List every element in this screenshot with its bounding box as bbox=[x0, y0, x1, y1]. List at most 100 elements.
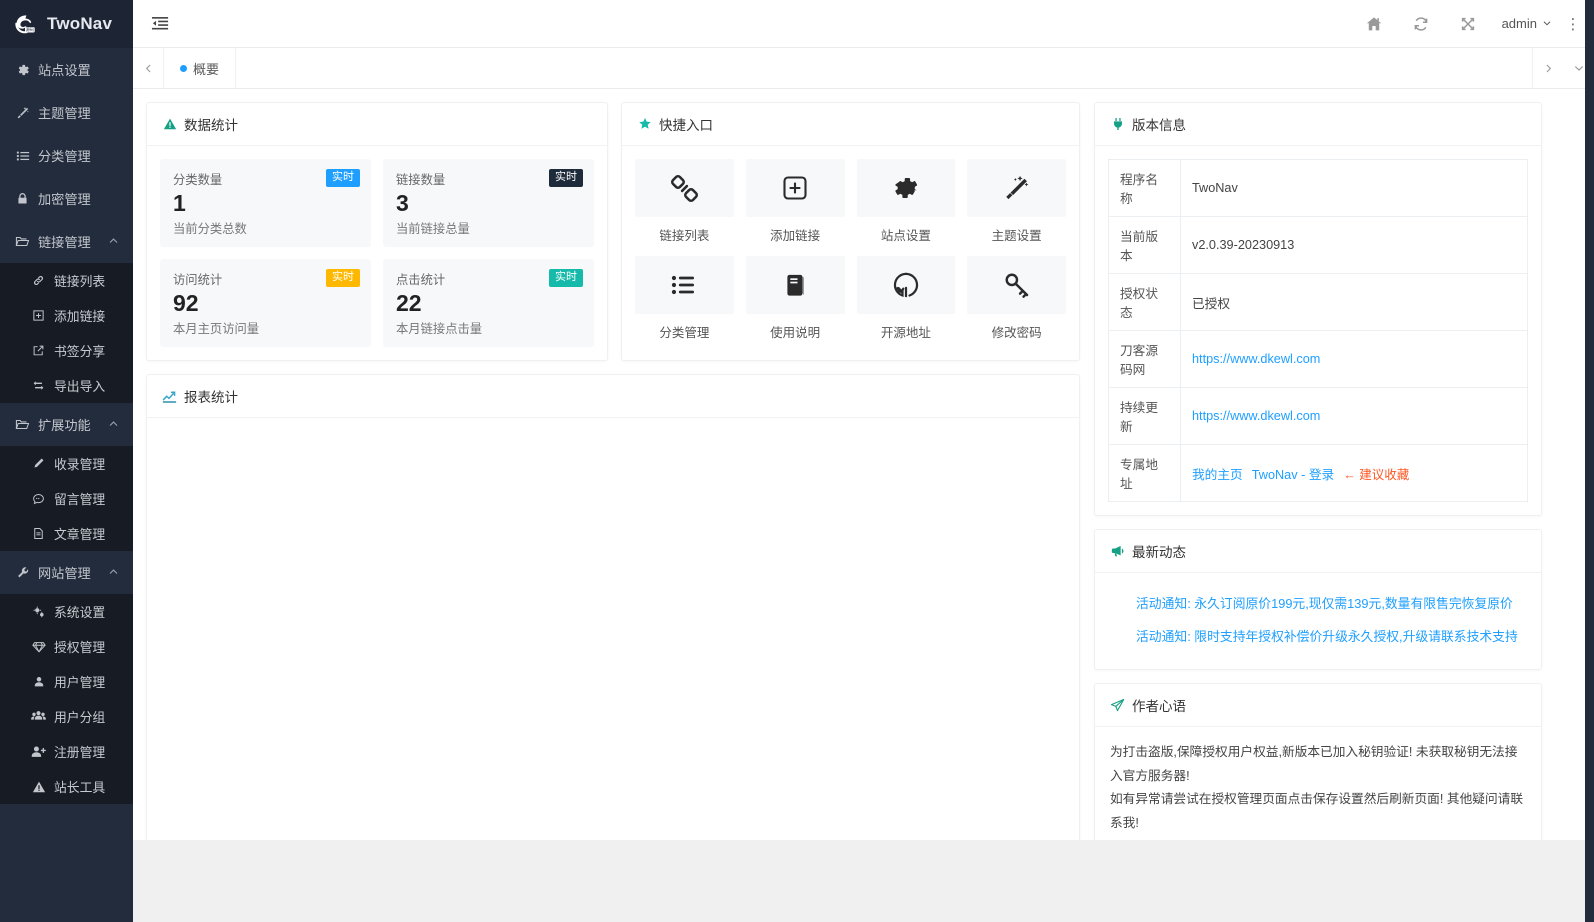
card-title: 数据统计 bbox=[184, 118, 238, 133]
sidebar-item-label: 用户分组 bbox=[54, 710, 106, 725]
status-badge: 实时 bbox=[549, 169, 583, 187]
quick-item-site-settings[interactable]: 站点设置 bbox=[856, 159, 956, 244]
quick-item-label: 开源地址 bbox=[880, 326, 931, 340]
table-row: 专属地址 我的主页 TwoNav - 登录 ← 建议收藏 bbox=[1108, 444, 1528, 502]
sidebar-item-theme-management[interactable]: 主题管理 bbox=[0, 91, 133, 134]
note-paragraph: 如有异常请尝试在授权管理页面点击保存设置然后刷新页面! 其他疑问请联系我! bbox=[1110, 792, 1524, 830]
update-site-link[interactable]: https://www.dkewl.com bbox=[1192, 409, 1320, 423]
user-menu[interactable]: admin bbox=[1492, 0, 1562, 48]
card-title: 最新动态 bbox=[1132, 545, 1186, 560]
dashboard-content: 数据统计 分类数量 1 当前分类总数 实时 链接数量 3 当前链接总量 实时 访… bbox=[133, 89, 1594, 922]
stat-card-categories[interactable]: 分类数量 1 当前分类总数 实时 bbox=[160, 159, 371, 247]
row-value: https://www.dkewl.com bbox=[1180, 330, 1528, 388]
quick-item-change-password[interactable]: 修改密码 bbox=[967, 256, 1066, 341]
chevron-up-icon bbox=[108, 234, 119, 249]
file-icon bbox=[30, 527, 47, 540]
sidebar-group-label: 链接管理 bbox=[38, 235, 91, 250]
external-link-icon bbox=[30, 344, 47, 357]
quick-item-usage-guide[interactable]: 使用说明 bbox=[745, 256, 845, 341]
quick-item-category-management[interactable]: 分类管理 bbox=[635, 256, 734, 341]
sidebar-item-article-management[interactable]: 文章管理 bbox=[0, 516, 133, 551]
menu-fold-icon[interactable] bbox=[133, 0, 187, 48]
twonav-login-link[interactable]: TwoNav - 登录 bbox=[1252, 464, 1334, 483]
row-value: TwoNav bbox=[1180, 159, 1528, 217]
source-site-link[interactable]: https://www.dkewl.com bbox=[1192, 352, 1320, 366]
status-badge: 实时 bbox=[549, 269, 583, 287]
status-badge: 实时 bbox=[326, 269, 360, 287]
sidebar-item-authorization-management[interactable]: 授权管理 bbox=[0, 629, 133, 664]
vertical-dots-icon[interactable]: ⋮ bbox=[1562, 0, 1584, 48]
chevron-right-icon[interactable] bbox=[1532, 48, 1563, 88]
refresh-icon[interactable] bbox=[1398, 0, 1445, 48]
news-item[interactable]: 活动通知: 限时支持年授权补偿价升级永久授权,升级请联系技术支持 bbox=[1110, 619, 1526, 652]
sidebar-item-collection-management[interactable]: 收录管理 bbox=[0, 446, 133, 481]
quick-item-open-source-url[interactable]: 开源地址 bbox=[856, 256, 956, 341]
plug-icon bbox=[1110, 117, 1125, 131]
chevron-up-icon bbox=[108, 565, 119, 580]
sidebar-item-export-import[interactable]: 导出导入 bbox=[0, 368, 133, 403]
sidebar-item-link-list[interactable]: 链接列表 bbox=[0, 263, 133, 298]
card-title: 作者心语 bbox=[1132, 699, 1186, 714]
card-header: 作者心语 bbox=[1095, 684, 1541, 727]
quick-item-add-link[interactable]: 添加链接 bbox=[745, 159, 845, 244]
home-icon[interactable] bbox=[1351, 0, 1398, 48]
stat-sub: 本月主页访问量 bbox=[173, 321, 260, 336]
sidebar-item-category-management[interactable]: 分类管理 bbox=[0, 134, 133, 177]
stat-sub: 当前分类总数 bbox=[173, 221, 247, 236]
chart-line-icon bbox=[162, 389, 177, 404]
sidebar-item-label: 链接列表 bbox=[54, 274, 106, 289]
note-paragraph: 为打击盗版,保障授权用户权益,新版本已加入秘钥验证! 未获取秘钥无法接入官方服务… bbox=[1110, 745, 1518, 783]
sidebar-item-user-groups[interactable]: 用户分组 bbox=[0, 699, 133, 734]
stat-sub: 本月链接点击量 bbox=[396, 321, 483, 336]
status-badge: 实时 bbox=[326, 169, 360, 187]
scrollbar-rail[interactable] bbox=[1585, 0, 1594, 922]
sidebar-item-registration-management[interactable]: 注册管理 bbox=[0, 734, 133, 769]
tab-active-dot-icon bbox=[180, 64, 187, 72]
paper-plane-icon bbox=[1110, 698, 1125, 713]
sidebar-item-label: 分类管理 bbox=[38, 149, 91, 164]
card-body: 为打击盗版,保障授权用户权益,新版本已加入秘钥验证! 未获取秘钥无法接入官方服务… bbox=[1095, 727, 1541, 851]
user-plus-icon bbox=[30, 745, 47, 759]
cogs-icon bbox=[30, 605, 47, 619]
sidebar-item-user-management[interactable]: 用户管理 bbox=[0, 664, 133, 699]
sidebar-item-encryption-management[interactable]: 加密管理 bbox=[0, 177, 133, 220]
stat-card-visits[interactable]: 访问统计 92 本月主页访问量 实时 bbox=[160, 259, 371, 347]
version-table: 程序名称 TwoNav 当前版本 v2.0.39-20230913 授权状态 已… bbox=[1108, 159, 1528, 502]
my-homepage-link[interactable]: 我的主页 bbox=[1192, 464, 1243, 483]
warning-triangle-icon bbox=[162, 117, 177, 131]
github-icon bbox=[856, 256, 956, 314]
sidebar-group-label: 网站管理 bbox=[38, 566, 91, 581]
sidebar-group-extensions[interactable]: 扩展功能 bbox=[0, 403, 133, 446]
report-chart-area bbox=[147, 418, 1079, 848]
sidebar-item-message-management[interactable]: 留言管理 bbox=[0, 481, 133, 516]
card-body: 活动通知: 永久订阅原价199元,现仅需139元,数量有限售完恢复原价 活动通知… bbox=[1095, 573, 1541, 669]
sidebar-item-webmaster-tools[interactable]: 站长工具 bbox=[0, 769, 133, 804]
quick-grid: 链接列表 添加链接 站点设置 主题设置 分类管理 使用说明 开源地址 修改密码 bbox=[635, 159, 1066, 341]
sidebar-item-system-settings[interactable]: 系统设置 bbox=[0, 594, 133, 629]
sidebar-item-bookmark-share[interactable]: 书签分享 bbox=[0, 333, 133, 368]
tab-overview[interactable]: 概要 bbox=[164, 48, 237, 88]
quick-item-link-list[interactable]: 链接列表 bbox=[635, 159, 734, 244]
row-value: 我的主页 TwoNav - 登录 ← 建议收藏 bbox=[1180, 444, 1528, 502]
sidebar-group-website-management[interactable]: 网站管理 bbox=[0, 551, 133, 594]
stat-card-clicks[interactable]: 点击统计 22 本月链接点击量 实时 bbox=[383, 259, 594, 347]
left-column: 数据统计 分类数量 1 当前分类总数 实时 链接数量 3 当前链接总量 实时 访… bbox=[146, 102, 1080, 848]
sidebar-item-add-link[interactable]: 添加链接 bbox=[0, 298, 133, 333]
sidebar-item-label: 留言管理 bbox=[54, 492, 106, 507]
star-icon bbox=[637, 117, 652, 131]
expand-icon[interactable] bbox=[1445, 0, 1492, 48]
news-item[interactable]: 活动通知: 永久订阅原价199元,现仅需139元,数量有限售完恢复原价 bbox=[1110, 586, 1526, 619]
table-row: 持续更新 https://www.dkewl.com bbox=[1108, 387, 1528, 445]
sidebar-item-site-settings[interactable]: 站点设置 bbox=[0, 48, 133, 91]
card-body: 分类数量 1 当前分类总数 实时 链接数量 3 当前链接总量 实时 访问统计 9… bbox=[147, 146, 607, 360]
plus-square-icon bbox=[745, 159, 845, 217]
brand-logo[interactable]: 源码 TwoNav bbox=[0, 0, 133, 48]
brand-name: TwoNav bbox=[47, 14, 113, 33]
stat-card-links[interactable]: 链接数量 3 当前链接总量 实时 bbox=[383, 159, 594, 247]
quick-item-theme-settings[interactable]: 主题设置 bbox=[967, 159, 1066, 244]
chevron-left-icon[interactable] bbox=[133, 48, 164, 88]
quick-entry-card: 快捷入口 链接列表 添加链接 站点设置 主题设置 分类管理 使用说明 开源地址 … bbox=[621, 102, 1080, 361]
chevron-up-icon bbox=[108, 417, 119, 432]
row-key: 持续更新 bbox=[1108, 387, 1181, 445]
sidebar-group-link-management[interactable]: 链接管理 bbox=[0, 220, 133, 263]
